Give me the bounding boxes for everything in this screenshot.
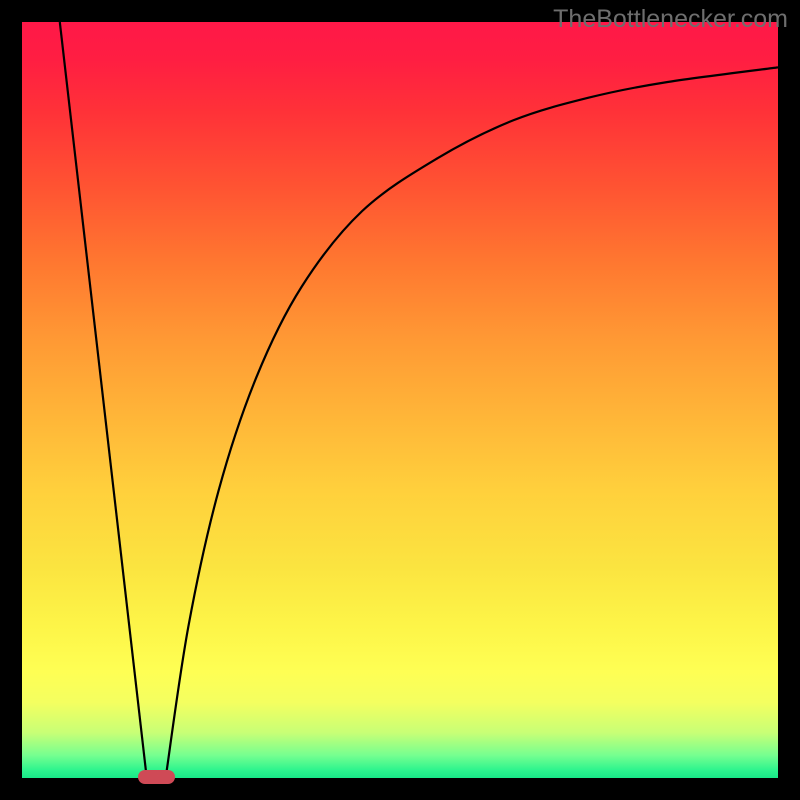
right-rising-curve [166, 67, 778, 778]
minimum-marker [138, 770, 176, 784]
watermark-text: TheBottlenecker.com [553, 5, 788, 34]
left-descending-line [60, 22, 147, 778]
chart-container: TheBottlenecker.com [0, 0, 800, 800]
chart-curves [22, 22, 778, 778]
